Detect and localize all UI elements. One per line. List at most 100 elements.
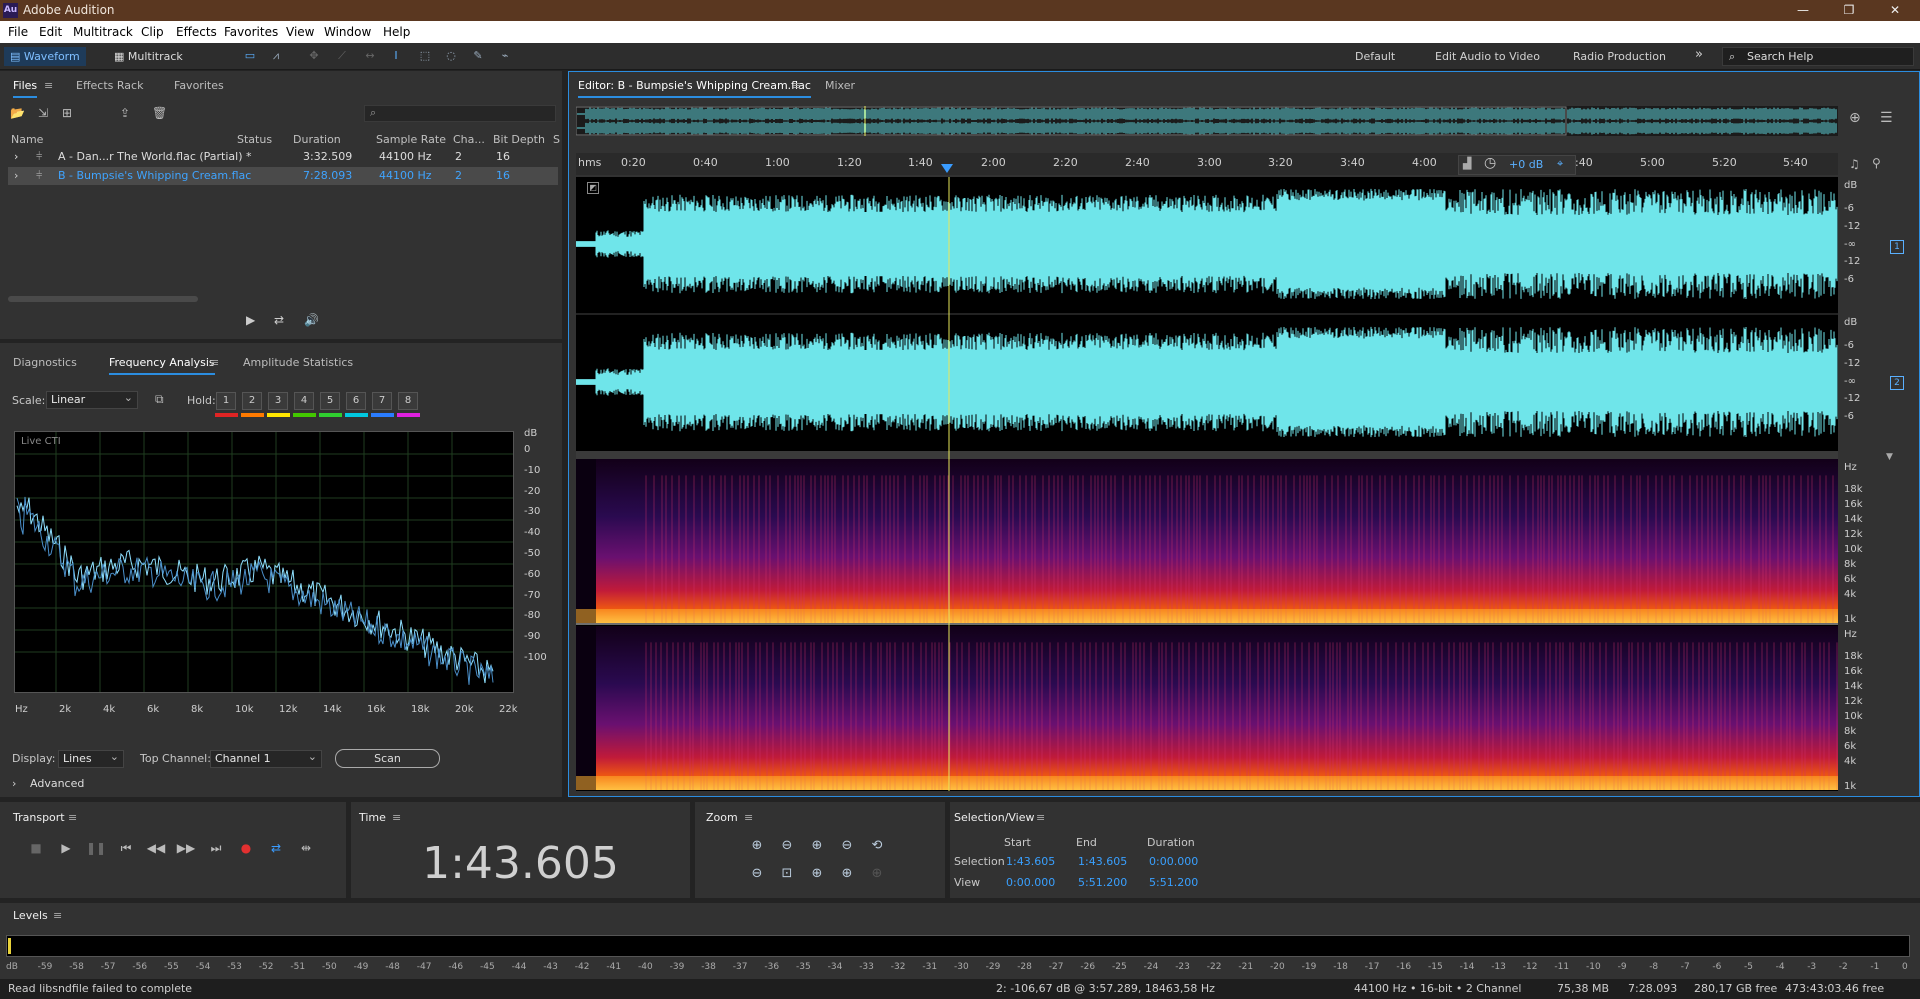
tab-editor[interactable]: Editor: B - Bumpsie's Whipping Cream.fla… xyxy=(578,79,811,98)
play-button[interactable]: ▶ xyxy=(56,839,76,857)
lasso-tool-icon[interactable]: ◌ xyxy=(443,49,459,63)
top-channel-dropdown[interactable]: Channel 1 xyxy=(210,749,322,768)
files-filter-input[interactable]: ⌕ xyxy=(364,105,556,122)
time-menu-icon[interactable]: ≡ xyxy=(392,811,401,824)
snapshot-icon[interactable]: ⧉ xyxy=(155,392,164,407)
scale-dropdown[interactable]: Linear xyxy=(46,390,138,409)
zoom-in-point-icon[interactable]: ⊕ xyxy=(806,864,828,884)
move-tool-icon[interactable]: ✥ xyxy=(306,49,322,63)
minimize-icon[interactable]: — xyxy=(1780,0,1826,21)
hold-button-4[interactable]: 4 xyxy=(294,392,314,410)
autoplay-icon[interactable]: 🔊 xyxy=(304,313,319,327)
collapse-icon[interactable]: ▼ xyxy=(1886,452,1893,462)
hold-button-2[interactable]: 2 xyxy=(242,392,262,410)
zoom-out-amplitude-icon[interactable]: ⊖ xyxy=(776,836,798,856)
col-s[interactable]: S xyxy=(553,133,560,146)
hold-button-1[interactable]: 1 xyxy=(216,392,236,410)
menu-clip[interactable]: Clip xyxy=(141,25,164,39)
advanced-label[interactable]: Advanced xyxy=(30,777,84,790)
delete-file-icon[interactable]: 🗑 xyxy=(152,106,167,120)
tab-amplitude-statistics[interactable]: Amplitude Statistics xyxy=(243,356,353,369)
pause-button[interactable]: ❚❚ xyxy=(86,839,106,857)
import-file-icon[interactable]: ⇲ xyxy=(38,106,48,120)
levels-menu-icon[interactable]: ≡ xyxy=(53,909,62,922)
selection-duration[interactable]: 0:00.000 xyxy=(1149,855,1198,868)
search-input[interactable]: ⌕ Search Help xyxy=(1722,47,1914,66)
tab-favorites[interactable]: Favorites xyxy=(174,79,224,92)
hud-gain[interactable]: ▟ ◷ +0 dB ⌖ xyxy=(1458,155,1576,175)
time-selection-tool-icon[interactable]: I xyxy=(388,49,404,63)
display-dropdown[interactable]: Lines xyxy=(58,749,124,768)
zoom-menu-icon[interactable]: ≡ xyxy=(744,811,753,824)
headphone-icon[interactable]: ♫ xyxy=(1849,157,1860,171)
tab-frequency-analysis[interactable]: Frequency Analysis xyxy=(109,356,215,375)
maximize-icon[interactable]: ❐ xyxy=(1826,0,1872,21)
workspace-edit-audio-video[interactable]: Edit Audio to Video xyxy=(1435,50,1540,63)
overview-bar[interactable] xyxy=(575,106,1838,136)
hold-button-3[interactable]: 3 xyxy=(268,392,288,410)
table-row[interactable]: › ⫩ A - Dan...r The World.flac (Partial)… xyxy=(8,148,558,166)
selection-menu-icon[interactable]: ≡ xyxy=(1036,811,1045,824)
scan-button[interactable]: Scan xyxy=(335,749,440,768)
hold-button-6[interactable]: 6 xyxy=(346,392,366,410)
panel-options-icon[interactable]: ☰ xyxy=(1880,110,1893,126)
zoom-in-time-icon[interactable]: ⊕ xyxy=(806,836,828,856)
preview-loop-icon[interactable]: ⇄ xyxy=(274,313,284,327)
col-channels[interactable]: Cha... xyxy=(453,133,485,146)
zoom-navigator-icon[interactable]: ⊕ xyxy=(1849,110,1861,126)
record-button[interactable]: ● xyxy=(236,839,256,857)
col-bit-depth[interactable]: Bit Depth xyxy=(493,133,545,146)
expand-icon[interactable]: › xyxy=(14,169,18,182)
selection-end[interactable]: 1:43.605 xyxy=(1078,855,1127,868)
menu-favorites[interactable]: Favorites xyxy=(224,25,278,39)
gain-knob-icon[interactable]: ◷ xyxy=(1484,155,1496,171)
menu-view[interactable]: View xyxy=(286,25,314,39)
insert-multitrack-icon[interactable]: ⇪ xyxy=(120,106,130,120)
zoom-selected-track-icon[interactable]: ⊕ xyxy=(866,864,888,884)
view-end[interactable]: 5:51.200 xyxy=(1078,876,1127,889)
marker-icon[interactable]: ⚲ xyxy=(1872,156,1881,170)
tab-files[interactable]: Files xyxy=(13,79,38,98)
spectral-display-icon[interactable]: ▭ xyxy=(242,49,258,63)
view-duration[interactable]: 5:51.200 xyxy=(1149,876,1198,889)
more-workspaces-icon[interactable]: » xyxy=(1695,47,1703,62)
waveform-display[interactable] xyxy=(575,177,1838,791)
channel-2-toggle[interactable]: 2 xyxy=(1890,376,1904,390)
loop-button[interactable]: ⇄ xyxy=(266,839,286,857)
menu-help[interactable]: Help xyxy=(383,25,410,39)
table-row[interactable]: › ⫩ B - Bumpsie's Whipping Cream.flac 7:… xyxy=(8,167,558,185)
workspace-radio-production[interactable]: Radio Production xyxy=(1573,50,1666,63)
col-duration[interactable]: Duration xyxy=(293,133,341,146)
zoom-reset-icon[interactable]: ⟲ xyxy=(866,836,888,856)
new-file-icon[interactable]: ⊞ xyxy=(62,106,72,120)
menu-effects[interactable]: Effects xyxy=(176,25,217,39)
view-start[interactable]: 0:00.000 xyxy=(1006,876,1055,889)
fast-forward-button[interactable]: ▶▶ xyxy=(176,839,196,857)
pin-icon[interactable]: ⌖ xyxy=(1557,157,1563,171)
hold-button-5[interactable]: 5 xyxy=(320,392,340,410)
files-scrollbar[interactable] xyxy=(8,296,198,302)
menu-window[interactable]: Window xyxy=(324,25,371,39)
tab-diagnostics[interactable]: Diagnostics xyxy=(13,356,77,369)
analysis-menu-icon[interactable]: ≡ xyxy=(210,356,219,369)
editor-menu-icon[interactable]: ≡ xyxy=(792,79,801,92)
multitrack-button[interactable]: ▦ Multitrack xyxy=(108,47,189,66)
rewind-button[interactable]: ◀◀ xyxy=(146,839,166,857)
selection-start[interactable]: 1:43.605 xyxy=(1006,855,1055,868)
menu-file[interactable]: File xyxy=(8,25,28,39)
to-end-button[interactable]: ⏭ xyxy=(206,839,226,857)
expand-icon[interactable]: › xyxy=(14,150,18,163)
preview-play-icon[interactable]: ▶ xyxy=(246,313,255,327)
open-file-icon[interactable]: 📂 xyxy=(10,106,25,120)
zoom-selection-icon[interactable]: ⊡ xyxy=(776,864,798,884)
slip-tool-icon[interactable]: ↔ xyxy=(362,49,378,63)
transport-menu-icon[interactable]: ≡ xyxy=(68,811,77,824)
col-status[interactable]: Status xyxy=(237,133,272,146)
hold-button-8[interactable]: 8 xyxy=(398,392,418,410)
stop-button[interactable]: ■ xyxy=(26,839,46,857)
pitch-display-icon[interactable]: ⩘ xyxy=(268,49,284,63)
spot-healing-icon[interactable]: ⌁ xyxy=(497,49,513,63)
advanced-expand-icon[interactable]: › xyxy=(12,777,16,790)
marquee-tool-icon[interactable]: ⬚ xyxy=(417,49,433,63)
tab-effects-rack[interactable]: Effects Rack xyxy=(76,79,143,92)
